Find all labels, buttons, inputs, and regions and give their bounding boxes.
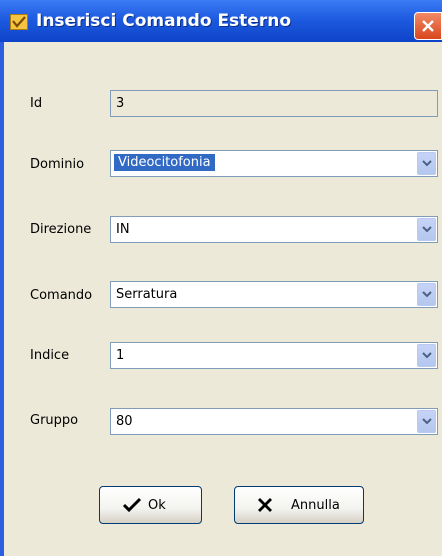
dialog-window: Inserisci Comando Esterno Id 3 Dominio V…: [0, 0, 442, 556]
annulla-button[interactable]: Annulla: [234, 486, 364, 524]
comando-dropdown-button[interactable]: [417, 283, 436, 306]
comando-label: Comando: [30, 288, 93, 303]
window-title: Inserisci Comando Esterno: [36, 11, 291, 31]
title-bar[interactable]: Inserisci Comando Esterno: [0, 0, 442, 42]
id-label: Id: [30, 96, 43, 111]
indice-value: 1: [116, 348, 125, 363]
comando-select[interactable]: Serratura: [110, 281, 438, 308]
gruppo-dropdown-button[interactable]: [417, 410, 436, 433]
gruppo-select[interactable]: 80: [110, 408, 438, 435]
gruppo-label: Gruppo: [30, 413, 79, 428]
gruppo-value: 80: [116, 414, 133, 429]
annulla-label: Annulla: [291, 498, 340, 513]
ok-label: Ok: [148, 498, 166, 513]
app-window-icon: [10, 14, 28, 30]
close-icon: [422, 20, 434, 32]
dominio-label: Dominio: [30, 157, 85, 172]
ok-button[interactable]: Ok: [99, 486, 202, 524]
comando-value: Serratura: [116, 287, 178, 302]
chevron-down-icon: [422, 160, 432, 167]
direzione-label: Direzione: [30, 222, 92, 237]
direzione-select[interactable]: IN: [110, 216, 438, 243]
x-icon: [257, 497, 273, 517]
indice-select[interactable]: 1: [110, 342, 438, 369]
close-button[interactable]: [414, 12, 442, 40]
chevron-down-icon: [422, 418, 432, 425]
checkmark-icon: [122, 497, 142, 517]
indice-label: Indice: [30, 348, 70, 363]
chevron-down-icon: [422, 352, 432, 359]
direzione-value: IN: [116, 222, 130, 237]
direzione-dropdown-button[interactable]: [417, 218, 436, 241]
dominio-value: Videocitofonia: [114, 154, 215, 171]
dialog-content: Id 3 Dominio Videocitofonia Direzione IN: [4, 42, 442, 556]
dominio-dropdown-button[interactable]: [417, 152, 436, 175]
chevron-down-icon: [422, 226, 432, 233]
id-field: 3: [110, 90, 438, 117]
chevron-down-icon: [422, 291, 432, 298]
indice-dropdown-button[interactable]: [417, 344, 436, 367]
dominio-select[interactable]: Videocitofonia: [110, 150, 438, 177]
id-value: 3: [116, 96, 125, 111]
